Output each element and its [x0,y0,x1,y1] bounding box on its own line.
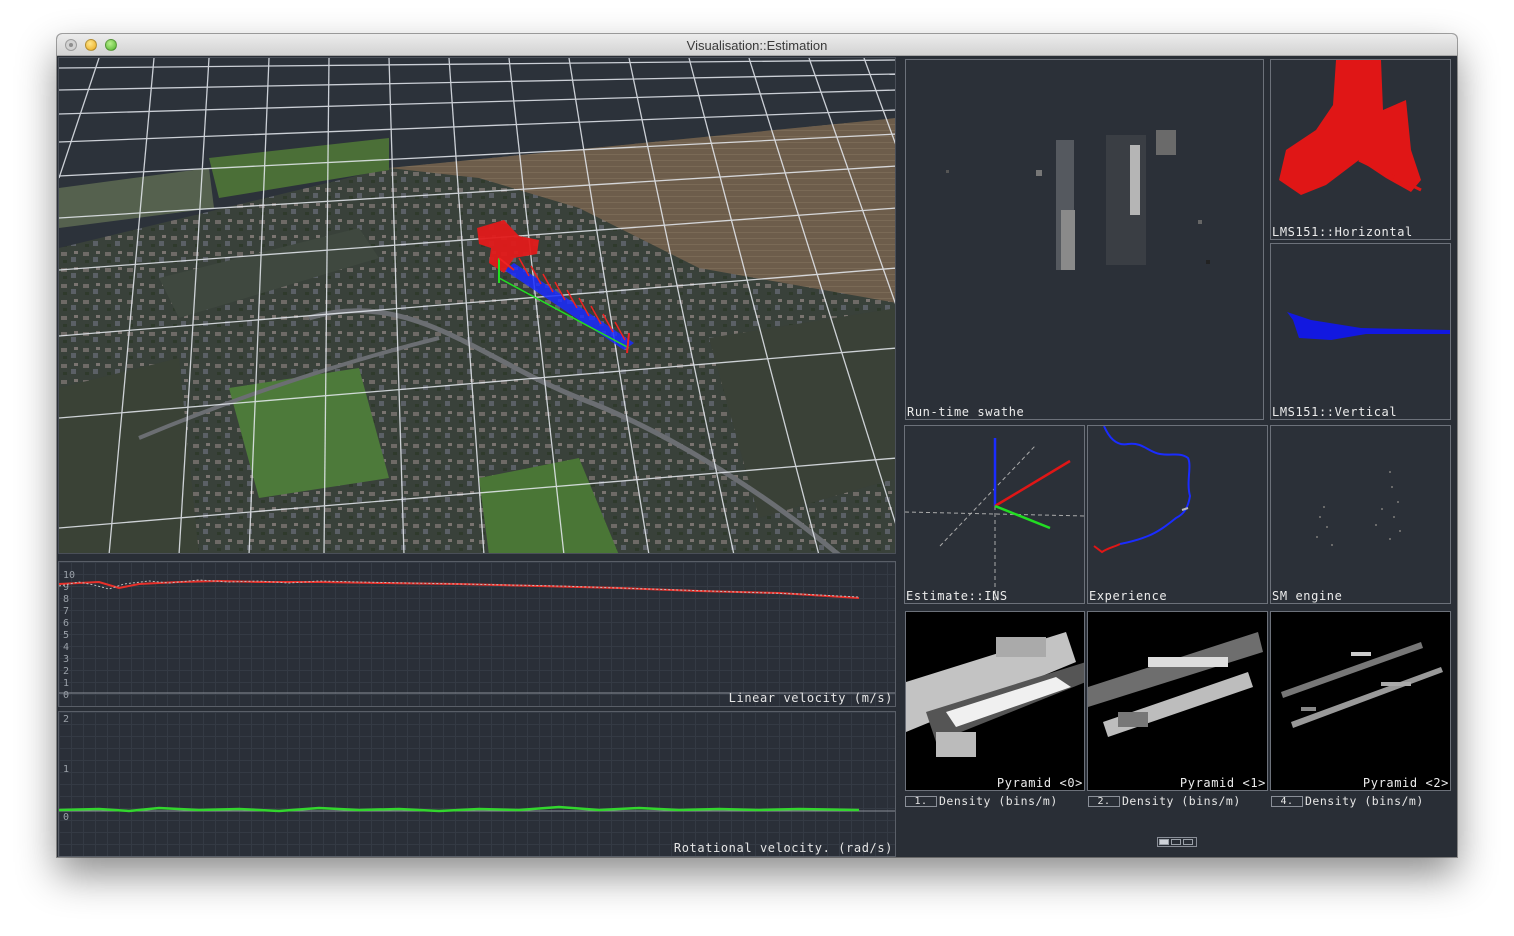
pyramid-0-panel[interactable]: Pyramid <0> [905,611,1085,791]
pyramid-1-image [1088,632,1263,737]
estimate-ins-panel[interactable]: Estimate::INS [904,425,1085,604]
linear-velocity-plot[interactable]: 10 9 8 7 6 5 4 3 2 1 0 Linear velocity (… [58,561,896,707]
density-index-field[interactable]: 4. [1271,796,1303,807]
main-content: 10 9 8 7 6 5 4 3 2 1 0 Linear velocity (… [57,56,1457,857]
density-control-1[interactable]: 2. Density (bins/m) [1088,794,1241,808]
page-dot-active[interactable] [1159,839,1169,845]
panel-label: Estimate::INS [906,589,1008,603]
lms151-horizontal-panel[interactable]: LMS151::Horizontal [1270,59,1451,240]
density-label: Density (bins/m) [1305,794,1424,808]
rotational-velocity-plot[interactable]: 2 1 0 Rotational velocity. (rad/s) [58,711,896,857]
panel-label: Experience [1089,589,1168,603]
panel-label: Run-time swathe [907,405,1025,419]
panel-label: LMS151::Vertical [1272,405,1398,419]
pyramid-2-image [1281,642,1443,728]
page-dot[interactable] [1183,839,1193,845]
page-indicator-icon[interactable] [1157,837,1197,847]
app-window: Visualisation::Estimation 10 9 8 7 6 5 4… [57,34,1457,857]
panel-label: SM engine [1272,589,1343,603]
rotational-velocity-label: Rotational velocity. (rad/s) [673,841,893,855]
pyramid-2-panel[interactable]: Pyramid <2> [1270,611,1451,791]
density-control-0[interactable]: 1. Density (bins/m) [905,794,1058,808]
run-time-swathe-panel[interactable]: Run-time swathe [905,59,1264,420]
window-title: Visualisation::Estimation [686,38,828,53]
density-index-field[interactable]: 1. [905,796,937,807]
lms151-vertical-panel[interactable]: LMS151::Vertical [1270,243,1451,420]
density-label: Density (bins/m) [939,794,1058,808]
pyramid-label: Pyramid <1> [1179,776,1266,790]
linear-velocity-label: Linear velocity (m/s) [728,691,893,705]
horizontal-scan [1279,60,1422,195]
pyramid-label: Pyramid <2> [1362,776,1449,790]
sm-engine-panel[interactable]: SM engine [1270,425,1451,604]
density-label: Density (bins/m) [1122,794,1241,808]
swathe-point-cloud [946,130,1210,270]
pyramid-1-panel[interactable]: Pyramid <1> [1087,611,1268,791]
rotational-velocity-series [59,805,895,813]
ins-axes [905,438,1084,603]
title-bar: Visualisation::Estimation [57,34,1457,56]
vertical-scan [1287,312,1450,340]
density-control-2[interactable]: 4. Density (bins/m) [1271,794,1424,808]
map-3d-view[interactable] [58,57,896,554]
linear-velocity-series [59,579,895,694]
pyramid-0-image [906,632,1084,757]
sm-engine-points [1316,471,1401,546]
experience-trajectory [1093,426,1192,554]
panel-label: LMS151::Horizontal [1272,225,1413,239]
pyramid-label: Pyramid <0> [996,776,1083,790]
page-dot[interactable] [1171,839,1181,845]
experience-panel[interactable]: Experience [1087,425,1268,604]
map-3d-render [59,58,895,553]
density-index-field[interactable]: 2. [1088,796,1120,807]
